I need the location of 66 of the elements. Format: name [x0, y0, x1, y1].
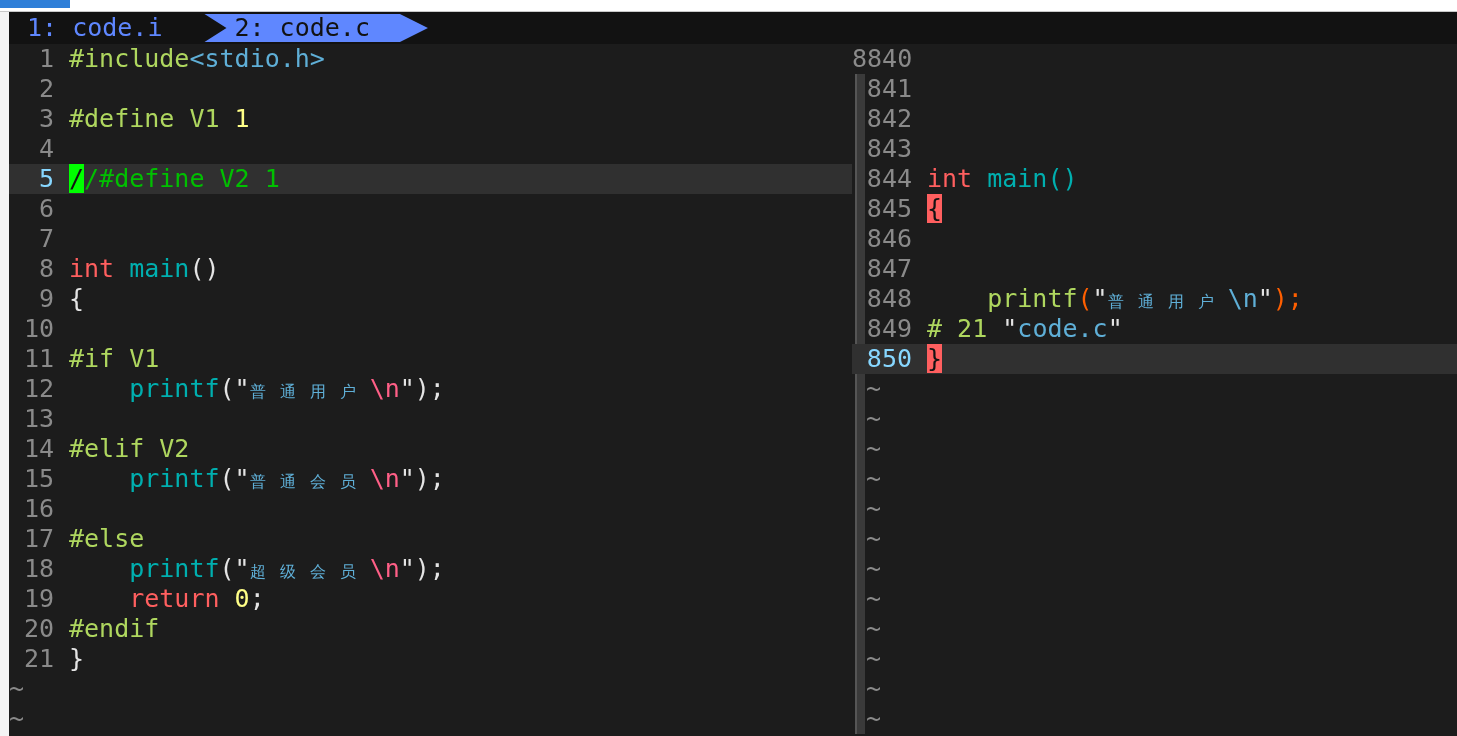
- line-number: 18: [22, 554, 54, 584]
- line-number: 848: [865, 284, 912, 314]
- line-number: 13: [22, 404, 54, 434]
- code-line: # 21 "code.c": [927, 314, 1123, 344]
- code-line: #define V1 1: [69, 104, 250, 134]
- code-line: printf("普通用户\n");: [128, 374, 445, 404]
- line-number: 14: [22, 434, 54, 464]
- code-line: int main(): [69, 254, 220, 284]
- line-number: 845: [865, 194, 912, 224]
- empty-line-marker: ~: [866, 434, 882, 464]
- code-line: printf("普通用户\n");: [986, 284, 1303, 314]
- code-line: return 0;: [128, 584, 265, 614]
- line-number: 7: [37, 224, 54, 254]
- line-number: 17: [22, 524, 54, 554]
- empty-line-marker: ~: [866, 674, 882, 704]
- empty-line-marker: ~: [9, 704, 25, 734]
- code-line: //#define V2 1: [69, 164, 280, 194]
- empty-line-marker: ~: [866, 494, 882, 524]
- line-number: 10: [22, 314, 54, 344]
- empty-line-marker: ~: [866, 704, 882, 734]
- code-line: printf("超级会员\n");: [128, 554, 445, 584]
- line-number: 3: [37, 104, 54, 134]
- line-number: 847: [865, 254, 912, 284]
- line-number: 9: [37, 284, 54, 314]
- buffer-tab[interactable]: 1: code.i: [9, 14, 205, 42]
- line-number: 8840: [852, 44, 912, 74]
- tab-marker: [0, 0, 70, 8]
- line-number: 21: [22, 644, 54, 674]
- line-number: 841: [865, 74, 912, 104]
- line-number: 19: [22, 584, 54, 614]
- code-line: #include<stdio.h>: [69, 44, 325, 74]
- line-number: 8: [37, 254, 54, 284]
- empty-line-marker: ~: [866, 404, 882, 434]
- line-number: 15: [22, 464, 54, 494]
- code-line: {: [69, 284, 85, 314]
- line-number: 846: [865, 224, 912, 254]
- line-number: 12: [22, 374, 54, 404]
- line-number: 2: [37, 74, 54, 104]
- line-number: 850: [865, 344, 912, 374]
- line-number: 6: [37, 194, 54, 224]
- code-line: #else: [69, 524, 145, 554]
- line-number: 4: [37, 134, 54, 164]
- line-number: 20: [22, 614, 54, 644]
- empty-line-marker: ~: [866, 464, 882, 494]
- empty-line-marker: ~: [9, 674, 25, 704]
- code-line: int main(): [927, 164, 1078, 194]
- empty-line-marker: ~: [866, 644, 882, 674]
- code-line: #elif V2: [69, 434, 190, 464]
- line-number: 842: [865, 104, 912, 134]
- line-number: 843: [865, 134, 912, 164]
- line-number: 849: [865, 314, 912, 344]
- line-number: 1: [37, 44, 54, 74]
- line-number: 16: [22, 494, 54, 524]
- code-line: printf("普通会员\n");: [128, 464, 445, 494]
- empty-line-marker: ~: [866, 524, 882, 554]
- empty-line-marker: ~: [866, 584, 882, 614]
- code-line: #if V1: [69, 344, 160, 374]
- empty-line-marker: ~: [866, 614, 882, 644]
- empty-line-marker: ~: [866, 374, 882, 404]
- line-number: 5: [37, 164, 54, 194]
- line-number: 11: [22, 344, 54, 374]
- code-line: }: [69, 644, 85, 674]
- buffer-tab[interactable]: 2: code.c: [204, 14, 428, 42]
- code-line: #endif: [69, 614, 160, 644]
- line-number: 844: [865, 164, 912, 194]
- empty-line-marker: ~: [866, 554, 882, 584]
